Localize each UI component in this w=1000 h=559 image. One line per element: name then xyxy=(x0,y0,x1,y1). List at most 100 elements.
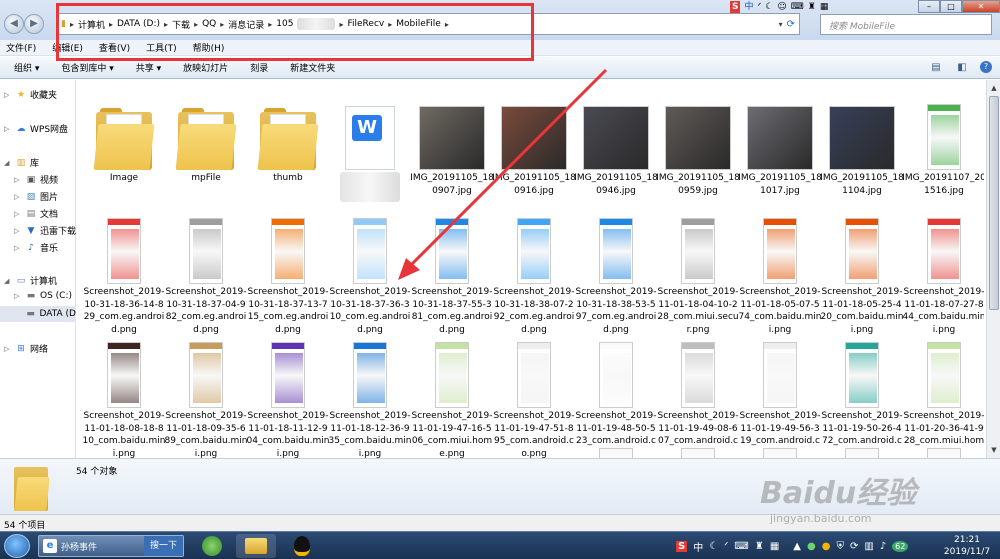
scroll-thumb[interactable] xyxy=(989,96,999,310)
file-item[interactable]: Screenshot_2019-11-01-19-50-26-472_com.a… xyxy=(820,318,904,458)
sidebar-item-computer[interactable]: ◢ ▭ 计算机 xyxy=(4,274,57,288)
breadcrumb-item[interactable]: 计算机 xyxy=(78,18,105,31)
shirt-icon[interactable]: ♜ xyxy=(808,1,816,13)
tray-expand-icon[interactable]: ▲ xyxy=(793,541,801,552)
file-item[interactable]: Screenshot_2019-11-01-18-09-35-689_com.b… xyxy=(164,318,248,458)
grid-icon[interactable]: ▦ xyxy=(820,1,829,13)
taskbar-app-qq[interactable] xyxy=(282,534,322,558)
vertical-scrollbar[interactable]: ▲ ▼ xyxy=(986,80,1000,458)
sidebar-item-datad[interactable]: ▬ DATA (D xyxy=(0,306,76,322)
minimize-button[interactable]: – xyxy=(918,0,940,13)
slideshow-button[interactable]: 放映幻灯片 xyxy=(183,61,228,74)
sidebar-item-library[interactable]: ◢ ▥ 库 xyxy=(4,156,39,170)
file-item[interactable]: Screenshot_2019-11-01-18-05-07-574_com.b… xyxy=(738,194,822,336)
collapse-icon[interactable]: ◢ xyxy=(4,159,12,167)
start-button[interactable] xyxy=(4,534,30,558)
file-item[interactable]: Screenshot_2019-10-31-18-37-36-310_com.e… xyxy=(328,194,412,336)
sidebar-item-osc[interactable]: ▷ ▬ OS (C:) xyxy=(14,291,72,301)
history-dropdown-icon[interactable]: ▾ xyxy=(779,20,783,29)
search-button[interactable]: 搜一下 xyxy=(143,536,183,556)
include-in-library-button[interactable]: 包含到库中 ▾ xyxy=(61,61,113,74)
file-item[interactable]: Screenshot_2019-11-01-19-49-56-319_com.a… xyxy=(738,318,822,458)
refresh-icon[interactable]: ⟳ xyxy=(787,19,799,30)
sidebar-item-network[interactable]: ▷ ⊞ 网络 xyxy=(4,342,48,356)
expand-icon[interactable]: ▷ xyxy=(4,91,12,99)
sidebar-item-music[interactable]: ▷ ♪ 音乐 xyxy=(14,241,58,255)
close-button[interactable]: ✕ xyxy=(962,0,1000,13)
breadcrumb-item[interactable]: 下载 xyxy=(172,18,190,31)
expand-icon[interactable]: ▷ xyxy=(14,292,22,300)
taskbar-app-ie[interactable] xyxy=(192,534,232,558)
folder-item[interactable]: thumb xyxy=(246,80,330,185)
ime-mode-icon[interactable]: 中 xyxy=(744,1,753,13)
file-item[interactable]: Screenshot_2019-10-31-18-37-13-715_com.e… xyxy=(246,194,330,336)
burn-button[interactable]: 刻录 xyxy=(250,61,268,74)
sidebar-item-wps[interactable]: ▷ ☁ WPS网盘 xyxy=(4,122,68,136)
taskbar-app-explorer[interactable] xyxy=(236,534,276,558)
punctuation-icon[interactable]: ᐟ xyxy=(758,1,762,13)
maximize-button[interactable]: □ xyxy=(940,0,962,13)
expand-icon[interactable]: ▷ xyxy=(14,244,22,252)
expand-icon[interactable]: ▷ xyxy=(4,125,12,133)
tray-green-icon[interactable]: ● xyxy=(807,541,816,552)
shield-icon[interactable]: ⛨ xyxy=(836,541,844,552)
file-item[interactable]: Screenshot_2019-10-31-18-37-04-982_com.e… xyxy=(164,194,248,336)
change-view-icon[interactable]: ▤ xyxy=(928,61,944,75)
moon-icon[interactable]: ☾ xyxy=(765,1,773,13)
keyboard-icon[interactable]: ⌨ xyxy=(734,541,748,552)
file-item[interactable]: IMG_20191107_201516.jpg xyxy=(902,80,984,197)
file-item[interactable]: IMG_20191105_181017.jpg xyxy=(738,80,822,197)
folder-item[interactable]: Image xyxy=(82,80,166,185)
expand-icon[interactable]: ▷ xyxy=(4,345,12,353)
address-bar[interactable]: ▮ ▸ 计算机 ▸ DATA (D:) ▸ 下载 ▸ QQ ▸ 消息记录 ▸ 1… xyxy=(56,13,800,35)
preview-pane-icon[interactable]: ◧ xyxy=(954,61,970,75)
sidebar-item-videos[interactable]: ▷ ▣ 视频 xyxy=(14,173,58,187)
file-item[interactable]: Screenshot_2019-11-01-19-48-50-523_com.a… xyxy=(574,318,658,458)
menu-file[interactable]: 文件(F) xyxy=(6,41,36,54)
breadcrumb-item[interactable]: 消息记录 xyxy=(228,18,264,31)
file-item[interactable]: Screenshot_2019-11-01-19-47-51-895_com.a… xyxy=(492,318,576,458)
expand-icon[interactable]: ▷ xyxy=(14,176,22,184)
badge-icon[interactable]: 62 xyxy=(892,540,909,552)
file-item[interactable]: Screenshot_2019-11-01-18-04-10-228_com.m… xyxy=(656,194,740,336)
file-item[interactable]: Screenshot_2019-10-31-18-36-14-829_com.e… xyxy=(82,194,166,336)
file-item[interactable]: Screenshot_2019-11-01-20-36-41-928_com.m… xyxy=(902,318,984,458)
menu-view[interactable]: 查看(V) xyxy=(99,41,130,54)
expand-icon[interactable]: ▷ xyxy=(14,193,22,201)
file-item[interactable]: Screenshot_2019-11-01-18-05-25-420_com.b… xyxy=(820,194,904,336)
expand-icon[interactable]: ▷ xyxy=(14,210,22,218)
menu-edit[interactable]: 编辑(E) xyxy=(52,41,83,54)
file-item[interactable]: Screenshot_2019-11-01-18-11-12-904_com.b… xyxy=(246,318,330,458)
keyboard-icon[interactable]: ⌨ xyxy=(791,1,804,13)
file-item[interactable]: IMG_20191105_180907.jpg xyxy=(410,80,494,197)
volume-icon[interactable]: ♪ xyxy=(880,541,886,552)
menu-tools[interactable]: 工具(T) xyxy=(146,41,177,54)
scroll-down-icon[interactable]: ▼ xyxy=(988,444,1000,456)
sidebar-item-documents[interactable]: ▷ ▤ 文档 xyxy=(14,207,58,221)
back-button[interactable]: ◀ xyxy=(4,14,24,34)
breadcrumb-item[interactable]: QQ xyxy=(202,19,216,29)
network-icon[interactable]: ▥ xyxy=(864,541,873,552)
file-item[interactable]: IMG_20191105_180946.jpg xyxy=(574,80,658,197)
breadcrumb-item[interactable]: 105 xyxy=(276,19,293,29)
smile-icon[interactable]: ☺ xyxy=(777,1,786,13)
file-item[interactable]: IMG_20191105_181104.jpg xyxy=(820,80,904,197)
file-item[interactable]: IMG_20191105_180959.jpg xyxy=(656,80,740,197)
file-item[interactable]: Screenshot_2019-11-01-18-08-18-810_com.b… xyxy=(82,318,166,458)
clock[interactable]: 21:21 2019/11/7 xyxy=(938,534,996,558)
folder-item[interactable]: mpFile xyxy=(164,80,248,185)
file-item[interactable]: Screenshot_2019-11-01-19-49-08-607_com.a… xyxy=(656,318,740,458)
file-item[interactable]: Screenshot_2019-11-01-18-07-27-844_com.b… xyxy=(902,194,984,336)
scroll-up-icon[interactable]: ▲ xyxy=(988,82,1000,94)
sidebar-item-xunlei[interactable]: ▷ ▼ 迅雷下载 xyxy=(14,224,76,238)
breadcrumb-item[interactable]: MobileFile xyxy=(396,19,441,29)
expand-icon[interactable]: ▷ xyxy=(14,227,22,235)
file-item[interactable]: Screenshot_2019-11-01-19-47-16-506_com.m… xyxy=(410,318,494,458)
new-folder-button[interactable]: 新建文件夹 xyxy=(290,61,335,74)
shirt-icon[interactable]: ♜ xyxy=(755,541,764,552)
organize-button[interactable]: 组织 ▾ xyxy=(14,61,39,74)
grid-icon[interactable]: ▦ xyxy=(770,541,779,552)
search-input[interactable]: 搜索 MobileFile xyxy=(820,14,992,35)
qq-tray-icon[interactable]: ● xyxy=(822,541,831,552)
file-item[interactable]: Screenshot_2019-10-31-18-38-53-597_com.e… xyxy=(574,194,658,336)
